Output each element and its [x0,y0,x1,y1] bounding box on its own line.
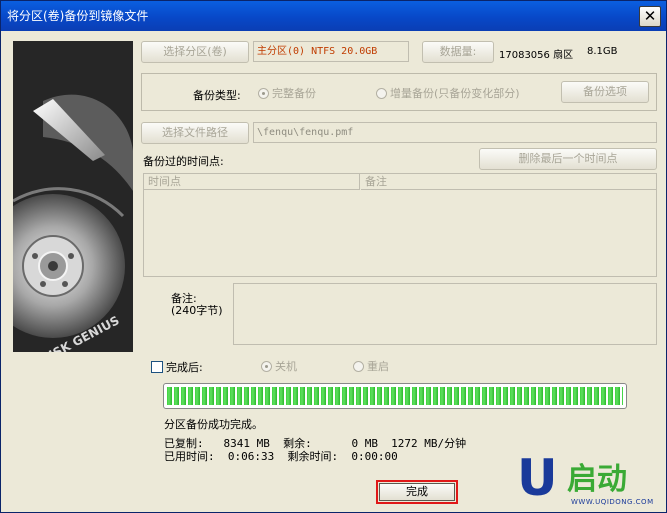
disk-genius-artwork: DISK GENIUS [13,41,133,352]
copy-stats-line: 已复制: 8341 MB 剩余: 0 MB 1272 MB/分钟 [164,437,467,450]
partition-field[interactable]: 主分区(0) NTFS 20.0GB [253,41,409,62]
after-done-label: 完成后: [166,361,203,374]
window-title: 将分区(卷)备份到镜像文件 [7,9,149,23]
sector-count: 17083056 扇区 [499,50,574,61]
radio-incremental-backup[interactable]: 增量备份(只备份变化部分) [376,85,520,101]
hard-disk-icon: DISK GENIUS [13,41,133,352]
logo-letter: U [517,451,558,499]
progress-fill [167,387,623,405]
timepoints-label: 备份过的时间点: [143,155,224,168]
radio-restart[interactable]: 重启 [353,358,389,374]
note-byte-limit: (240字节) [171,304,223,317]
select-file-path-button[interactable]: 选择文件路径 [141,122,249,144]
close-button[interactable]: ✕ [639,6,661,27]
logo-name: 启动 [567,462,627,497]
after-done-checkbox[interactable] [151,361,163,373]
backup-dialog: 将分区(卷)备份到镜像文件 ✕ DISK GENIUS 选择分区(卷) 主分区(… [0,0,667,513]
partition-data-size: 8.1GB [587,46,618,57]
file-path-field[interactable]: \fenqu\fenqu.pmf [253,122,657,143]
radio-incremental-indicator [376,88,387,99]
close-icon: ✕ [643,7,657,25]
radio-full-backup[interactable]: 完整备份 [258,85,316,101]
select-partition-button[interactable]: 选择分区(卷) [141,41,249,63]
after-done-option[interactable]: 完成后: [151,359,203,375]
backup-options-button[interactable]: 备份选项 [561,81,649,103]
radio-full-backup-indicator [258,88,269,99]
column-header-timepoint: 时间点 [144,174,360,190]
finish-button-label: 完成 [379,483,455,501]
radio-restart-indicator [353,361,364,372]
logo-url: WWW.UQIDONG.COM [571,498,654,506]
title-bar: 将分区(卷)备份到镜像文件 [1,1,666,31]
radio-shutdown[interactable]: 关机 [261,358,297,374]
column-header-note: 备注 [361,174,656,190]
backup-type-label: 备份类型: [193,89,241,102]
backup-progress-bar [163,383,627,409]
finish-button[interactable]: 完成 [376,480,458,504]
delete-last-timepoint-button[interactable]: 删除最后一个时间点 [479,148,657,170]
data-amount-button[interactable]: 数据量: [422,41,494,63]
time-stats-line: 已用时间: 0:06:33 剩余时间: 0:00:00 [164,450,398,463]
radio-shutdown-label: 关机 [275,360,297,373]
radio-full-backup-label: 完整备份 [272,87,316,100]
note-textarea[interactable] [233,283,657,345]
radio-restart-label: 重启 [367,360,389,373]
radio-incremental-label: 增量备份(只备份变化部分) [390,87,520,100]
timepoints-list[interactable]: 时间点 备注 [143,173,657,277]
radio-shutdown-indicator [261,361,272,372]
status-message: 分区备份成功完成。 [164,418,263,431]
uqidong-logo-mark: U 启动 [517,449,627,507]
